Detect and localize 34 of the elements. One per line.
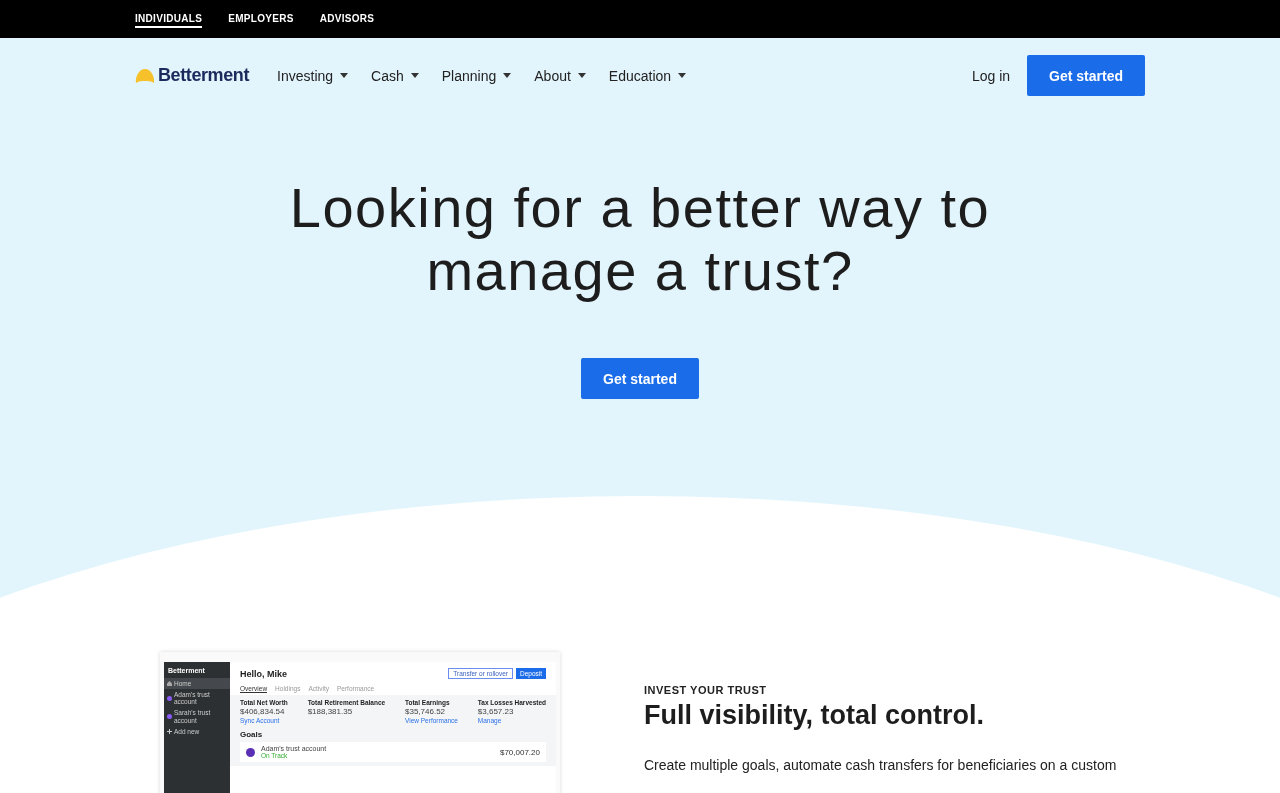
caret-icon — [503, 73, 512, 78]
nav-menu-item[interactable]: Investing — [277, 67, 349, 84]
login-link[interactable]: Log in — [971, 67, 1011, 84]
sun-logo-icon — [135, 68, 155, 83]
top-nav-link[interactable]: EMPLOYERS — [228, 10, 294, 28]
get-started-button[interactable]: Get started — [581, 358, 699, 399]
section-eyebrow: INVEST YOUR TRUST — [644, 684, 768, 696]
get-started-button[interactable]: Get started — [1027, 55, 1145, 96]
mock-goal-amount: $70,007.20 — [499, 747, 540, 757]
hero-title: Looking for a better way to manage a trust? — [288, 176, 992, 302]
brand-name[interactable]: Betterment — [158, 65, 250, 86]
mock-stat-value: $3,657.23 — [477, 707, 515, 716]
nav-menu-item[interactable]: Cash — [371, 67, 419, 84]
nav-menu-item[interactable]: Education — [608, 67, 687, 84]
mock-stat-value: $406,834.54 — [240, 707, 286, 716]
nav-menu-item[interactable]: Planning — [441, 67, 512, 84]
mock-goals-heading: Goals — [240, 730, 264, 739]
avatar-icon — [246, 747, 255, 757]
mock-stat-value: $188,381.35 — [307, 707, 354, 716]
mock-stat-value: $35,746.52 — [405, 707, 447, 716]
mock-greeting: Hello, Mike — [240, 668, 287, 679]
top-nav-link[interactable]: INDIVIDUALS — [135, 10, 203, 28]
nav-menu-item[interactable]: About — [534, 67, 586, 84]
caret-icon — [340, 73, 349, 78]
top-nav-link[interactable]: ADVISORS — [319, 10, 375, 28]
plus-icon — [167, 728, 172, 734]
section-body: Create multiple goals, automate cash transfers for beneficiaries on a custom — [644, 757, 1118, 773]
caret-icon — [410, 73, 419, 78]
caret-icon — [577, 73, 586, 78]
home-icon — [167, 681, 172, 687]
section-title: Full visibility, total control. — [644, 700, 986, 731]
avatar-icon — [167, 714, 172, 720]
avatar-icon — [167, 695, 172, 701]
caret-icon — [678, 73, 687, 78]
